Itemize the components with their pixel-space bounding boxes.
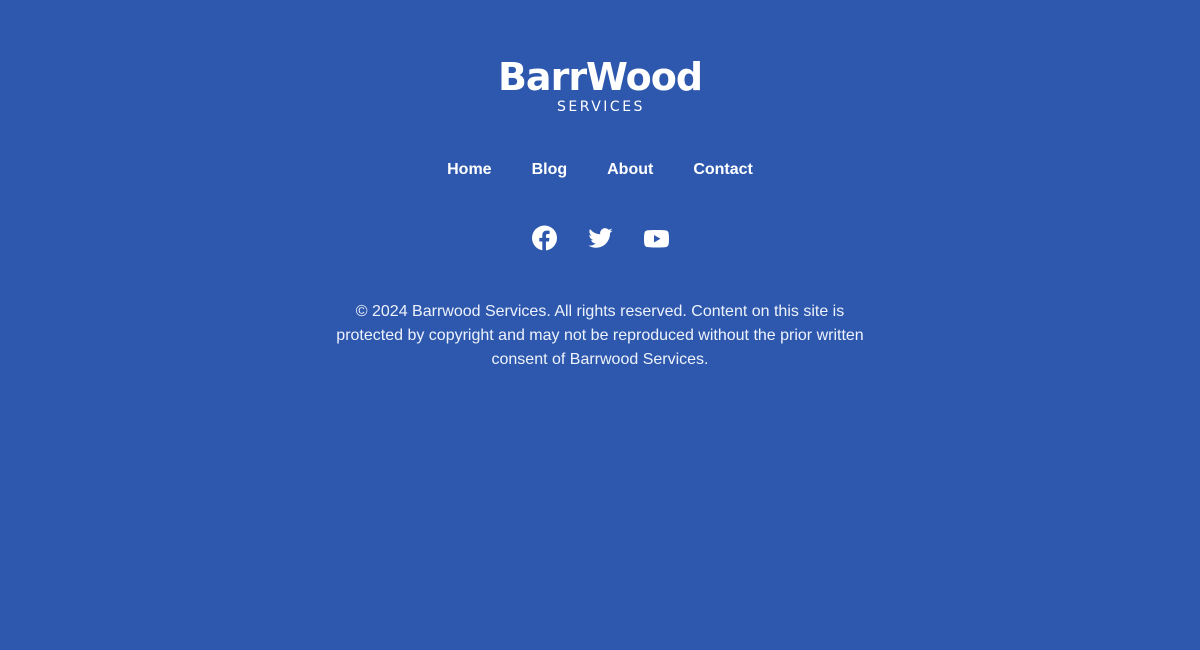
brand-name: BarrWood	[497, 55, 703, 99]
brand-tagline: SERVICES	[557, 99, 645, 115]
facebook-icon	[531, 225, 557, 251]
copyright-text: © 2024 Barrwood Services. All rights res…	[336, 303, 864, 368]
nav-link-contact[interactable]: Contact	[693, 158, 753, 182]
social-links	[0, 224, 1200, 252]
twitter-icon	[587, 228, 612, 248]
footer-nav: Home Blog About Contact	[0, 158, 1200, 182]
twitter-link[interactable]	[587, 224, 613, 252]
nav-link-home[interactable]: Home	[447, 158, 491, 182]
youtube-icon	[643, 229, 669, 248]
nav-link-about[interactable]: About	[607, 158, 653, 182]
nav-link-blog[interactable]: Blog	[532, 158, 568, 182]
site-footer: BarrWood SERVICES Home Blog About Contac…	[0, 0, 1200, 650]
brand-logo[interactable]: BarrWood SERVICES	[0, 56, 1200, 115]
facebook-link[interactable]	[531, 224, 557, 252]
youtube-link[interactable]	[643, 224, 669, 252]
